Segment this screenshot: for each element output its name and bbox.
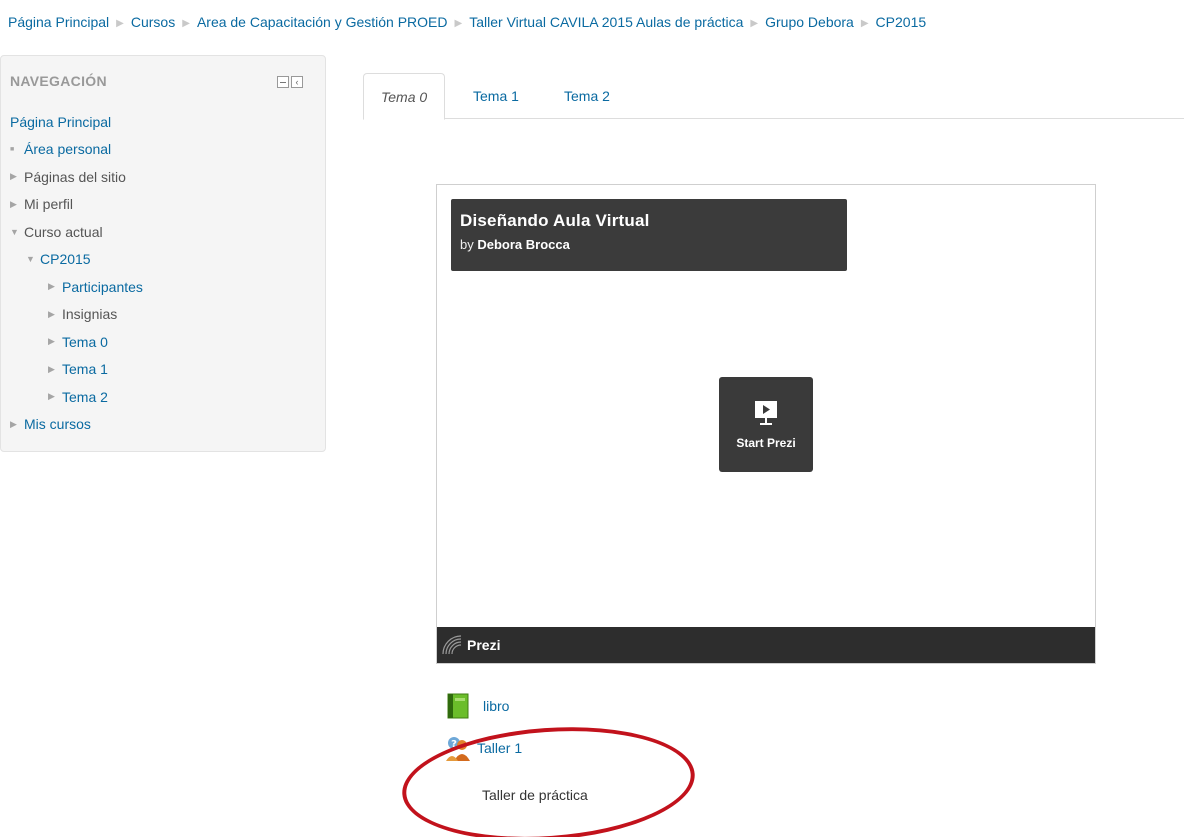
prezi-embed[interactable]: Diseñando Aula Virtual by Debora Brocca … (436, 184, 1096, 664)
dock-icon[interactable]: ‹ (291, 76, 303, 88)
nav-item-home[interactable]: Página Principal (10, 108, 143, 136)
nav-item-area-personal[interactable]: ■ Área personal (10, 136, 143, 164)
nav-item-label[interactable]: Tema 0 (62, 334, 108, 350)
nav-item-tema-0[interactable]: ▶ Tema 0 (10, 328, 143, 356)
breadcrumb: Página Principal ▶ Cursos ▶ Area de Capacita… (8, 14, 1178, 30)
prezi-header: Diseñando Aula Virtual by Debora Brocca (451, 199, 847, 271)
nav-item-label[interactable]: Tema 2 (62, 389, 108, 405)
breadcrumb-course[interactable]: CP2015 (876, 14, 927, 30)
nav-item-curso-actual[interactable]: ▼ Curso actual (10, 218, 143, 246)
tab-tema-0[interactable]: Tema 0 (363, 73, 446, 120)
navigation-title: NAVEGACIÓN (10, 73, 107, 89)
collapse-arrow-icon[interactable]: ▼ (26, 254, 40, 264)
prezi-author: Debora Brocca (477, 237, 570, 252)
prezi-brand: Prezi (467, 637, 501, 653)
nav-item-label: Insignias (62, 306, 118, 323)
nav-item-label[interactable]: Tema 1 (62, 361, 108, 377)
nav-item-participantes[interactable]: ▶ Participantes (10, 273, 143, 301)
prezi-by-prefix: by (460, 237, 474, 252)
nav-item-course[interactable]: ▼ CP2015 (10, 246, 143, 274)
activity-libro-link[interactable]: libro (483, 698, 509, 714)
topic-tabs: Tema 0 Tema 1 Tema 2 (363, 73, 1184, 120)
collapse-arrow-icon[interactable]: ▼ (10, 227, 24, 237)
expand-arrow-icon[interactable]: ▶ (48, 309, 62, 320)
nav-item-paginas-sitio[interactable]: ▶ Páginas del sitio (10, 163, 143, 191)
breadcrumb-separator-icon: ▶ (750, 18, 759, 29)
start-prezi-label: Start Prezi (736, 435, 796, 450)
nav-item-label[interactable]: CP2015 (40, 251, 91, 267)
bullet-icon: ■ (10, 145, 15, 153)
nav-item-label[interactable]: Mis cursos (24, 416, 91, 432)
expand-arrow-icon[interactable]: ▶ (48, 391, 62, 402)
block-controls: ‹ (277, 76, 303, 88)
tab-tema-1[interactable]: Tema 1 (456, 73, 536, 119)
breadcrumb-separator-icon: ▶ (454, 18, 463, 29)
nav-item-label[interactable]: Área personal (24, 141, 111, 157)
prezi-title: Diseñando Aula Virtual (460, 211, 650, 230)
nav-item-mis-cursos[interactable]: ▶ Mis cursos (10, 411, 143, 439)
expand-arrow-icon[interactable]: ▶ (48, 336, 62, 347)
book-icon (447, 693, 469, 719)
prezi-author-line: by Debora Brocca (460, 237, 838, 252)
tab-tema-2[interactable]: Tema 2 (547, 73, 627, 119)
nav-item-label: Mi perfil (24, 196, 74, 213)
nav-item-mi-perfil[interactable]: ▶ Mi perfil (10, 191, 143, 219)
breadcrumb-home[interactable]: Página Principal (8, 14, 109, 30)
nav-item-tema-1[interactable]: ▶ Tema 1 (10, 356, 143, 384)
expand-arrow-icon[interactable]: ▶ (10, 199, 24, 210)
expand-arrow-icon[interactable]: ▶ (10, 419, 24, 430)
expand-arrow-icon[interactable]: ▶ (48, 364, 62, 375)
breadcrumb-separator-icon: ▶ (860, 18, 869, 29)
collapse-icon[interactable] (277, 76, 289, 88)
breadcrumb-separator-icon: ▶ (182, 18, 190, 29)
presentation-play-icon (755, 400, 777, 425)
nav-item-insignias[interactable]: ▶ Insignias (10, 301, 143, 329)
breadcrumb-separator-icon: ▶ (116, 18, 124, 29)
nav-item-label[interactable]: Participantes (62, 279, 143, 295)
prezi-footer-bar: Prezi (437, 627, 1095, 663)
annotation-circle (398, 717, 699, 837)
start-prezi-button[interactable]: Start Prezi (719, 377, 813, 472)
breadcrumb-taller[interactable]: Taller Virtual CAVILA 2015 Aulas de prác… (469, 14, 743, 30)
expand-arrow-icon[interactable]: ▶ (48, 281, 62, 292)
breadcrumb-cursos[interactable]: Cursos (131, 14, 175, 30)
navigation-block: NAVEGACIÓN ‹ Página Principal ■ Área per… (0, 55, 326, 452)
nav-item-label: Curso actual (24, 223, 103, 240)
prezi-logo-icon (442, 635, 462, 655)
nav-item-label: Páginas del sitio (24, 168, 126, 185)
breadcrumb-area[interactable]: Area de Capacitación y Gestión PROED (197, 14, 448, 30)
expand-arrow-icon[interactable]: ▶ (10, 171, 24, 182)
nav-item-tema-2[interactable]: ▶ Tema 2 (10, 383, 143, 411)
breadcrumb-grupo[interactable]: Grupo Debora (765, 14, 854, 30)
activity-libro[interactable]: libro (445, 693, 509, 719)
nav-item-label[interactable]: Página Principal (10, 114, 111, 130)
navigation-list: Página Principal ■ Área personal ▶ Págin… (10, 108, 143, 438)
